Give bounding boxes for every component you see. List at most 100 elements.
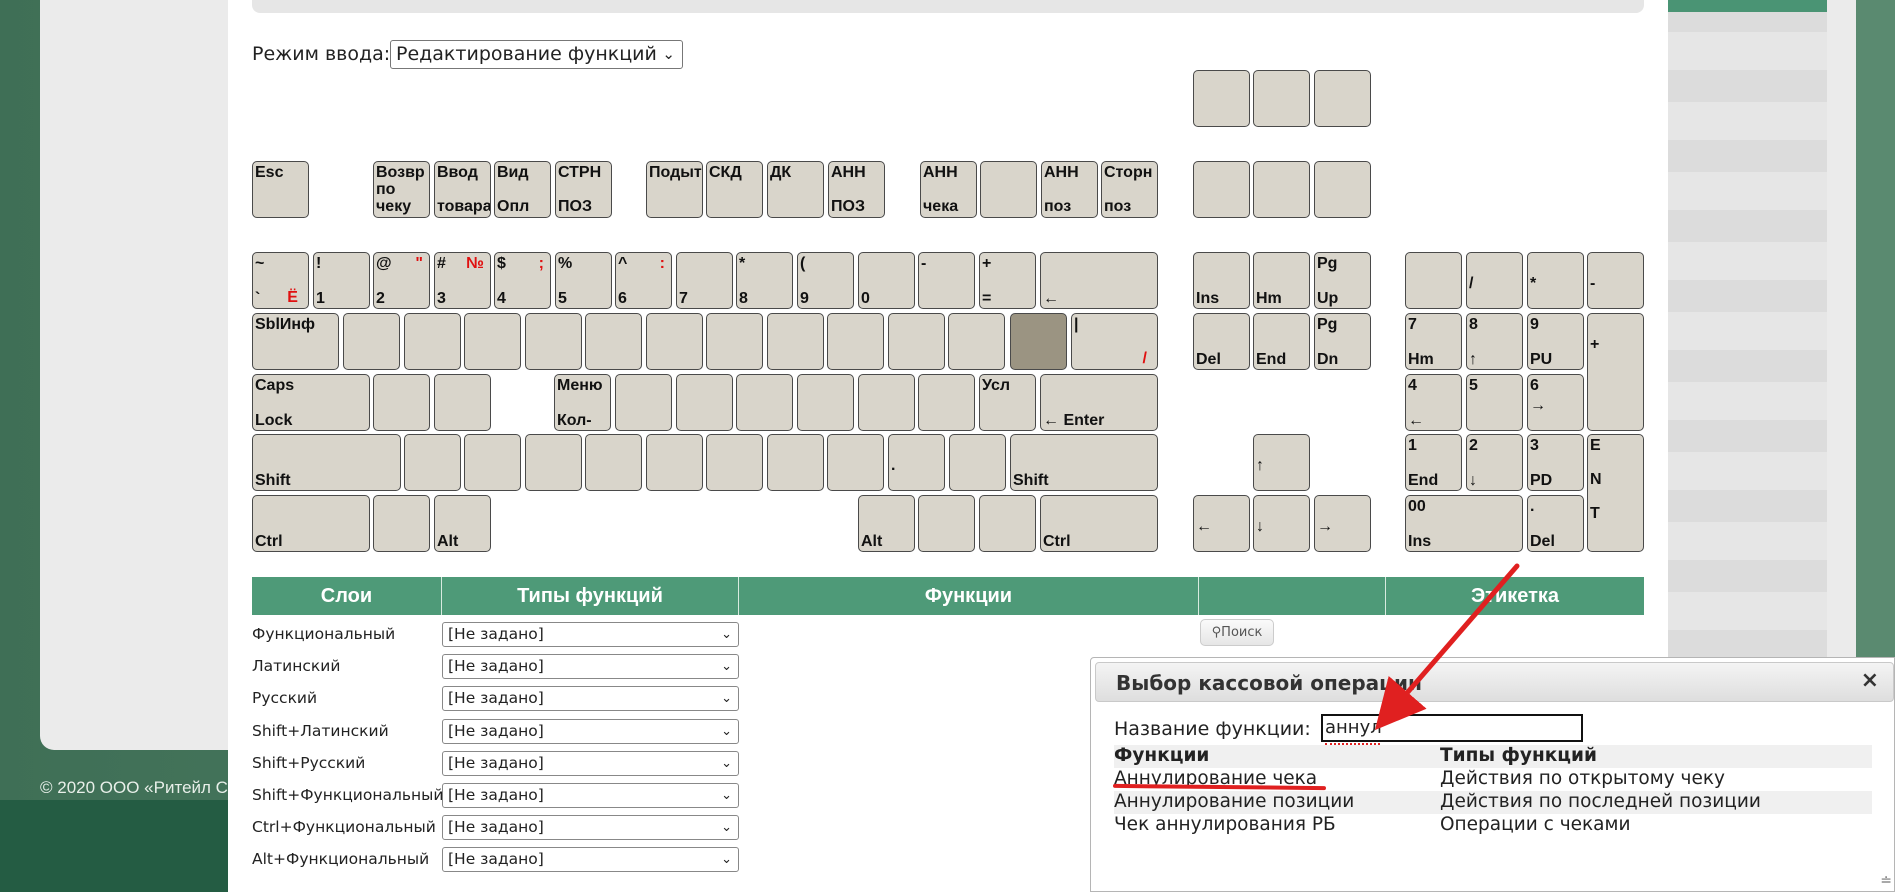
key-blank[interactable] <box>1314 161 1371 218</box>
key-np5[interactable]: 5 <box>1466 374 1523 431</box>
key-f9[interactable]: АНН ПОЗ <box>828 161 885 218</box>
key-f13[interactable]: Сторн поз <box>1101 161 1158 218</box>
key-f11[interactable] <box>980 161 1037 218</box>
key-rshift[interactable]: Shift <box>1010 434 1158 491</box>
key-blank[interactable] <box>464 434 521 491</box>
layer-function-type-select[interactable]: [Не задано] ⌄ <box>442 783 739 808</box>
key-blank[interactable] <box>979 495 1036 552</box>
key-blank[interactable] <box>646 313 703 370</box>
key-blank[interactable] <box>706 434 763 491</box>
key-minus[interactable]: - <box>918 252 975 309</box>
layer-function-type-select[interactable]: [Не задано] ⌄ <box>442 718 739 744</box>
key-d9[interactable]: (9 <box>797 252 854 309</box>
key-selected[interactable] <box>1010 313 1067 370</box>
key-d8[interactable]: * 8 <box>736 252 793 309</box>
key-np9[interactable]: 9 PU <box>1527 313 1584 370</box>
key-tilde[interactable]: ~ ` Ё <box>252 252 309 309</box>
key-blank[interactable] <box>434 374 491 431</box>
key-ralt[interactable]: Alt <box>858 495 915 552</box>
key-np7[interactable]: 7 Hm <box>1405 313 1462 370</box>
key-np1[interactable]: 1 End <box>1405 434 1462 491</box>
key-np8[interactable]: 8 ↑ <box>1466 313 1523 370</box>
key-np2[interactable]: 2 ↓ <box>1466 434 1523 491</box>
key-np_dot[interactable]: . Del <box>1527 495 1584 552</box>
key-blank[interactable] <box>1193 161 1250 218</box>
table-row[interactable]: Чек аннулирования РБ Операции с чеками <box>1114 814 1872 837</box>
key-pgdn[interactable]: Pg Dn <box>1314 313 1371 370</box>
key-hm[interactable]: Hm <box>1253 252 1310 309</box>
key-blank[interactable] <box>948 313 1005 370</box>
key-f12[interactable]: АНН поз <box>1041 161 1098 218</box>
key-blank[interactable] <box>525 313 582 370</box>
layer-function-type-select[interactable]: [Не задано] ⌄ <box>442 654 739 680</box>
key-lctrl[interactable]: Ctrl <box>252 495 370 552</box>
key-blank[interactable] <box>676 374 733 431</box>
key-dot[interactable]: . <box>888 434 945 491</box>
key-blank[interactable] <box>767 434 824 491</box>
key-blank[interactable] <box>646 434 703 491</box>
key-f3[interactable]: Ввод товара <box>434 161 491 218</box>
key-lalt[interactable]: Alt <box>434 495 491 552</box>
key-f5[interactable]: СТРН ПОЗ <box>555 161 612 218</box>
key-np0[interactable]: 00 Ins <box>1405 495 1523 552</box>
key-f7[interactable]: СКД <box>706 161 763 218</box>
key-blank[interactable] <box>827 434 884 491</box>
key-blank[interactable] <box>464 313 521 370</box>
mode-select[interactable]: Редактирование функций ⌄ <box>390 40 683 69</box>
key-blank[interactable] <box>888 313 945 370</box>
key-blank[interactable] <box>373 495 430 552</box>
key-d3[interactable]: #3 № <box>434 252 491 309</box>
key-blank[interactable] <box>404 313 461 370</box>
key-blank[interactable] <box>736 374 793 431</box>
key-d5[interactable]: % 5 <box>555 252 612 309</box>
key-blank[interactable] <box>706 313 763 370</box>
key-up[interactable]: ↑ <box>1253 434 1310 491</box>
layer-function-type-select[interactable]: [Не задано] ⌄ <box>442 847 739 873</box>
key-np_plus[interactable]: + <box>1587 313 1644 431</box>
key-blank[interactable] <box>404 434 461 491</box>
key-blank[interactable] <box>1193 70 1250 127</box>
layer-function-type-select[interactable]: [Не задано] ⌄ <box>442 815 739 841</box>
key-blank[interactable] <box>615 374 672 431</box>
key-d6[interactable]: ^ 6: <box>615 252 672 309</box>
key-menu[interactable]: Меню Кол- <box>554 374 611 431</box>
key-rctrl[interactable]: Ctrl <box>1040 495 1158 552</box>
key-blank[interactable] <box>373 374 430 431</box>
key-blank[interactable] <box>918 495 975 552</box>
key-blank[interactable] <box>767 313 824 370</box>
key-lshift[interactable]: Shift <box>252 434 401 491</box>
key-right[interactable]: → <box>1314 495 1371 552</box>
key-d0[interactable]: 0 <box>858 252 915 309</box>
key-f4[interactable]: Вид Опл <box>494 161 551 218</box>
key-f1[interactable]: Esc <box>252 161 309 218</box>
key-np3[interactable]: 3 PD <box>1527 434 1584 491</box>
key-tab[interactable]: SblИнф <box>252 313 339 370</box>
key-np_enter[interactable]: E N T <box>1587 434 1644 552</box>
key-f2[interactable]: Возвр по чеку <box>373 161 430 218</box>
key-np_slash[interactable]: / <box>1466 252 1523 309</box>
key-enter[interactable]: ← Enter <box>1040 374 1158 431</box>
key-pipe[interactable]: | / <box>1071 313 1158 370</box>
key-blank[interactable] <box>797 374 854 431</box>
key-blank[interactable] <box>918 374 975 431</box>
key-blank[interactable] <box>1314 70 1371 127</box>
function-name-input[interactable]: аннул <box>1321 714 1583 742</box>
key-blank[interactable] <box>1253 161 1310 218</box>
key-left[interactable]: ← <box>1193 495 1250 552</box>
key-del[interactable]: Del <box>1193 313 1250 370</box>
key-np_star[interactable]: * <box>1527 252 1584 309</box>
key-d1[interactable]: ! 1 <box>313 252 370 309</box>
key-blank[interactable] <box>525 434 582 491</box>
key-np_minus[interactable]: - <box>1587 252 1644 309</box>
key-f6[interactable]: Подыт <box>646 161 703 218</box>
key-f8[interactable]: ДК <box>767 161 824 218</box>
key-d4[interactable]: $4; <box>494 252 551 309</box>
layer-function-type-select[interactable]: [Не задано] ⌄ <box>442 750 739 776</box>
key-blank[interactable] <box>1253 70 1310 127</box>
key-np6[interactable]: 6 → <box>1527 374 1584 431</box>
dialog-titlebar[interactable]: Выбор кассовой операции × <box>1095 662 1894 702</box>
key-ins[interactable]: Ins <box>1193 252 1250 309</box>
close-icon[interactable]: × <box>1861 668 1879 693</box>
key-np4[interactable]: 4 ← <box>1405 374 1462 431</box>
key-pgup[interactable]: Pg Up <box>1314 252 1371 309</box>
